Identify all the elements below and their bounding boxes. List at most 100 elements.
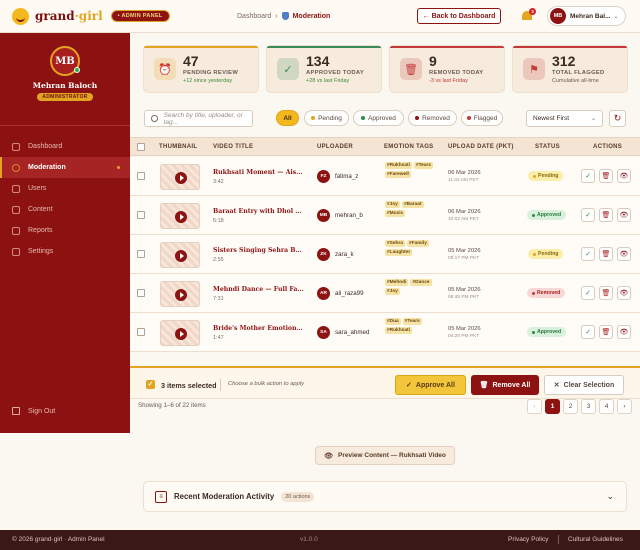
select-all-checkbox[interactable]	[137, 143, 145, 151]
emotion-tag[interactable]: #Joy	[385, 201, 400, 208]
next-page-button[interactable]: ›	[617, 399, 632, 414]
approve-all-button[interactable]: ✓ Approve All	[395, 375, 466, 395]
sidebar-item-settings[interactable]: Settings	[0, 241, 130, 262]
chevron-down-icon[interactable]: ⌄	[606, 491, 614, 502]
emotion-tag[interactable]: #Farewell	[385, 171, 411, 178]
refresh-button[interactable]: ↻	[609, 110, 626, 127]
upload-time: 11:32 AM PKT	[448, 178, 479, 183]
filter-pill-pending[interactable]: Pending	[304, 110, 349, 126]
approve-button[interactable]: ✓	[581, 325, 595, 339]
page-button-3[interactable]: 3	[581, 399, 596, 414]
delete-button[interactable]: 🗑	[599, 325, 613, 339]
uploader-name[interactable]: zara_k	[335, 251, 354, 258]
emotion-tag[interactable]: #Tears	[413, 162, 434, 169]
view-button[interactable]: 👁	[617, 208, 631, 222]
emotion-tag[interactable]: #Dance	[410, 279, 432, 286]
view-button[interactable]: 👁	[617, 325, 631, 339]
play-icon[interactable]	[175, 211, 187, 223]
row-checkbox[interactable]	[137, 211, 145, 219]
play-icon[interactable]	[175, 328, 187, 340]
bulk-select-checkbox[interactable]: ✓	[146, 380, 155, 389]
page-button-2[interactable]: 2	[563, 399, 578, 414]
uploader-name[interactable]: ali_raza99	[335, 290, 364, 297]
delete-button[interactable]: 🗑	[599, 247, 613, 261]
sidebar-item-users[interactable]: Users	[0, 178, 130, 199]
uploader-name[interactable]: sara_ahmed	[335, 329, 369, 336]
approve-button[interactable]: ✓	[581, 286, 595, 300]
prev-page-button[interactable]: ‹	[527, 399, 542, 414]
row-checkbox[interactable]	[137, 172, 145, 180]
play-icon[interactable]	[175, 250, 187, 262]
view-button[interactable]: 👁	[617, 247, 631, 261]
sign-out-button[interactable]: Sign Out	[0, 403, 130, 419]
row-checkbox[interactable]	[137, 289, 145, 297]
privacy-policy-link[interactable]: Privacy Policy	[508, 536, 548, 543]
emotion-tag[interactable]: #Sehra	[385, 240, 405, 247]
filter-pill-approved[interactable]: Approved	[353, 110, 404, 126]
breadcrumb: Dashboard › Moderation	[237, 12, 330, 20]
video-title[interactable]: Sisters Singing Sehra Before Baraat	[213, 247, 305, 254]
stat-text: 47 PENDING REVIEW +12 since yesterday	[183, 54, 238, 84]
filter-pill-flagged[interactable]: Flagged	[461, 110, 503, 126]
video-title[interactable]: Baraat Entry with Dhol & Shehnai	[213, 208, 305, 215]
video-thumbnail[interactable]	[160, 320, 200, 346]
search-input[interactable]: Search by title, uploader, or tag...	[144, 110, 253, 127]
video-title[interactable]: Mehndi Dance — Full Family Performance	[213, 286, 305, 293]
emotion-tag[interactable]: #Laughter	[385, 249, 413, 256]
sidebar-item-reports[interactable]: Reports	[0, 220, 130, 241]
check-icon: ✓	[585, 251, 591, 258]
preview-content-button[interactable]: 👁 Preview Content — Rukhsati Video	[315, 446, 455, 465]
emotion-tag[interactable]: #Tears	[402, 318, 422, 325]
delete-button[interactable]: 🗑	[599, 286, 613, 300]
emotion-tag[interactable]: #Music	[385, 210, 406, 217]
page-button-4[interactable]: 4	[599, 399, 614, 414]
sidebar-item-content[interactable]: Content	[0, 199, 130, 220]
approve-button[interactable]: ✓	[581, 208, 595, 222]
row-checkbox[interactable]	[137, 328, 145, 336]
filter-pill-all[interactable]: All	[276, 110, 299, 126]
stat-value: 47	[183, 53, 199, 69]
emotion-tag[interactable]: #Mehndi	[385, 279, 409, 286]
delete-button[interactable]: 🗑	[599, 208, 613, 222]
delete-button[interactable]: 🗑	[599, 169, 613, 183]
status-badge: Pending	[528, 171, 564, 181]
video-thumbnail[interactable]	[160, 281, 200, 307]
play-icon[interactable]	[175, 172, 187, 184]
video-title[interactable]: Rukhsati Moment — Aisha's Farewell	[213, 169, 305, 176]
remove-all-button[interactable]: 🗑 Remove All	[471, 375, 539, 395]
upload-time: 09:17 PM PKT	[448, 256, 480, 261]
emotion-tag[interactable]: #Rukhsati	[385, 162, 412, 169]
sidebar-item-dashboard[interactable]: Dashboard	[0, 136, 130, 157]
page-button-1[interactable]: 1	[545, 399, 560, 414]
back-to-dashboard-button[interactable]: ← Back to Dashboard	[417, 8, 501, 24]
play-icon[interactable]	[175, 289, 187, 301]
view-button[interactable]: 👁	[617, 286, 631, 300]
cultural-guidelines-link[interactable]: Cultural Guidelines	[568, 536, 623, 543]
filter-pill-removed[interactable]: Removed	[408, 110, 457, 126]
uploader-name[interactable]: fatima_z	[335, 173, 358, 180]
video-thumbnail[interactable]	[160, 164, 200, 190]
logo[interactable]: grand·girl • ADMIN PANEL	[12, 7, 170, 25]
emotion-tag[interactable]: #Joy	[385, 288, 400, 295]
approve-button[interactable]: ✓	[581, 169, 595, 183]
video-thumbnail[interactable]	[160, 203, 200, 229]
stat-label: REMOVED TODAY	[429, 70, 484, 76]
emotion-tag[interactable]: #Family	[407, 240, 429, 247]
sidebar-nav: Dashboard Moderation Users Content Repor…	[0, 136, 130, 262]
breadcrumb-dashboard[interactable]: Dashboard	[237, 13, 271, 20]
video-thumbnail[interactable]	[160, 242, 200, 268]
uploader-name[interactable]: mehran_b	[335, 212, 363, 219]
emotion-tag[interactable]: #Dua	[385, 318, 401, 325]
row-checkbox[interactable]	[137, 250, 145, 258]
emotion-tag[interactable]: #Rukhsati	[385, 327, 412, 334]
video-title[interactable]: Bride's Mother Emotional Dua	[213, 325, 305, 332]
approve-button[interactable]: ✓	[581, 247, 595, 261]
sort-select[interactable]: Newest First ⌄	[526, 110, 603, 127]
sidebar-item-moderation[interactable]: Moderation	[0, 157, 130, 178]
notifications-bell-icon[interactable]: 3	[521, 8, 536, 22]
emotion-tag[interactable]: #Baraat	[401, 201, 424, 208]
view-button[interactable]: 👁	[617, 169, 631, 183]
recent-activity-panel[interactable]: ≡ Recent Moderation Activity 20 actions …	[143, 481, 627, 512]
user-menu[interactable]: MB Mehran Bal... ⌄	[547, 6, 626, 26]
clear-selection-button[interactable]: ✕ Clear Selection	[544, 375, 624, 395]
